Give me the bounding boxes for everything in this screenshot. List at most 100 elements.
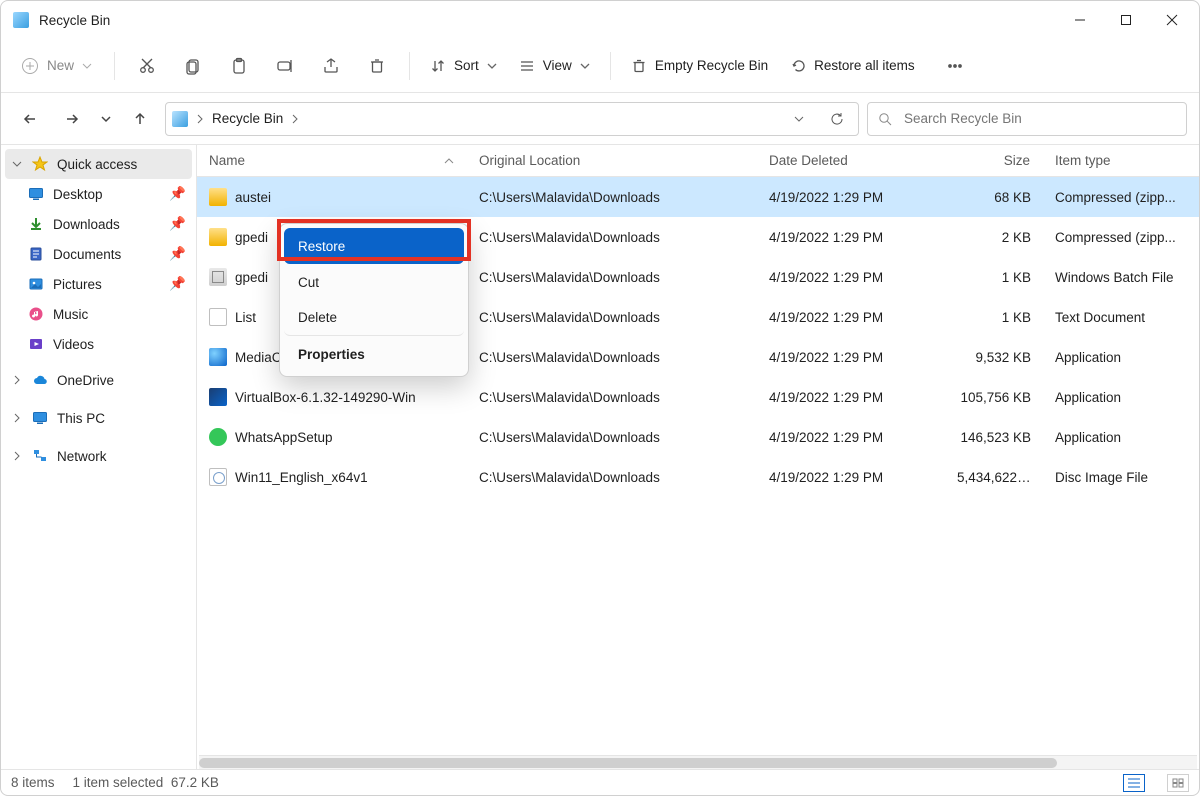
- rename-button[interactable]: [265, 46, 305, 86]
- chevron-right-icon[interactable]: [11, 375, 23, 385]
- paste-button[interactable]: [219, 46, 259, 86]
- context-menu-properties[interactable]: Properties: [284, 336, 464, 372]
- file-date-deleted: 4/19/2022 1:29 PM: [757, 310, 945, 325]
- context-menu-restore[interactable]: Restore: [284, 228, 464, 264]
- search-box[interactable]: [867, 102, 1187, 136]
- pin-icon: 📌: [169, 216, 186, 232]
- sort-menu[interactable]: Sort: [422, 52, 505, 80]
- view-menu[interactable]: View: [511, 52, 598, 80]
- column-header-name[interactable]: Name: [197, 145, 467, 176]
- table-row[interactable]: Win11_English_x64v1C:\Users\Malavida\Dow…: [197, 457, 1199, 497]
- column-header-size[interactable]: Size: [945, 145, 1043, 176]
- file-icon: [209, 428, 227, 446]
- forward-button[interactable]: [55, 102, 89, 136]
- star-icon: [31, 155, 49, 173]
- context-menu-cut[interactable]: Cut: [284, 264, 464, 300]
- chevron-right-icon[interactable]: [11, 451, 23, 461]
- sidebar-item-documents[interactable]: Documents 📌: [21, 239, 192, 269]
- address-history-button[interactable]: [784, 104, 814, 134]
- toolbar: New Sort View Empty Recycle Bin Restore …: [1, 39, 1199, 93]
- titlebar: Recycle Bin: [1, 1, 1199, 39]
- file-location: C:\Users\Malavida\Downloads: [467, 310, 757, 325]
- search-input[interactable]: [902, 110, 1176, 127]
- file-type: Text Document: [1043, 310, 1199, 325]
- download-icon: [27, 215, 45, 233]
- status-bar: 8 items 1 item selected 67.2 KB: [1, 769, 1199, 795]
- horizontal-scrollbar[interactable]: [199, 755, 1197, 769]
- network-icon: [31, 447, 49, 465]
- sidebar-item-this-pc[interactable]: This PC: [5, 403, 192, 433]
- file-location: C:\Users\Malavida\Downloads: [467, 390, 757, 405]
- videos-icon: [27, 335, 45, 353]
- restore-all-button[interactable]: Restore all items: [782, 52, 923, 80]
- sidebar-item-label: Quick access: [57, 157, 137, 172]
- new-button[interactable]: New: [11, 51, 102, 81]
- file-icon: [209, 348, 227, 366]
- breadcrumb-label: Recycle Bin: [212, 111, 283, 126]
- file-date-deleted: 4/19/2022 1:29 PM: [757, 350, 945, 365]
- recent-locations-button[interactable]: [97, 102, 115, 136]
- thumbnails-view-button[interactable]: [1167, 774, 1189, 792]
- up-button[interactable]: [123, 102, 157, 136]
- sidebar-item-pictures[interactable]: Pictures 📌: [21, 269, 192, 299]
- file-size: 5,434,622 ...: [945, 470, 1043, 485]
- file-location: C:\Users\Malavida\Downloads: [467, 270, 757, 285]
- minimize-button[interactable]: [1057, 4, 1103, 36]
- column-header-date-deleted[interactable]: Date Deleted: [757, 145, 945, 176]
- empty-recycle-bin-label: Empty Recycle Bin: [655, 58, 768, 73]
- context-menu-delete[interactable]: Delete: [284, 300, 464, 336]
- more-button[interactable]: [935, 46, 975, 86]
- breadcrumb[interactable]: Recycle Bin: [212, 111, 283, 126]
- share-button[interactable]: [311, 46, 351, 86]
- file-location: C:\Users\Malavida\Downloads: [467, 230, 757, 245]
- sidebar-item-videos[interactable]: Videos: [21, 329, 192, 359]
- column-header-original-location[interactable]: Original Location: [467, 145, 757, 176]
- sort-menu-label: Sort: [454, 58, 479, 73]
- sort-indicator-icon: [444, 156, 454, 166]
- scrollbar-thumb[interactable]: [199, 758, 1057, 768]
- refresh-button[interactable]: [822, 104, 852, 134]
- sidebar-item-desktop[interactable]: Desktop 📌: [21, 179, 192, 209]
- file-type: Application: [1043, 430, 1199, 445]
- cloud-icon: [31, 371, 49, 389]
- column-header-label: Date Deleted: [769, 153, 848, 168]
- table-row[interactable]: WhatsAppSetupC:\Users\Malavida\Downloads…: [197, 417, 1199, 457]
- file-size: 68 KB: [945, 190, 1043, 205]
- back-button[interactable]: [13, 102, 47, 136]
- context-menu: Restore Cut Delete Properties: [279, 223, 469, 377]
- address-recycle-bin-icon: [172, 111, 188, 127]
- context-menu-label: Delete: [298, 310, 337, 325]
- maximize-button[interactable]: [1103, 4, 1149, 36]
- sidebar-item-music[interactable]: Music: [21, 299, 192, 329]
- window-controls: [1057, 4, 1195, 36]
- column-header-item-type[interactable]: Item type: [1043, 145, 1199, 176]
- copy-button[interactable]: [173, 46, 213, 86]
- context-menu-label: Restore: [298, 239, 345, 254]
- chevron-down-icon[interactable]: [11, 159, 23, 169]
- file-name: austei: [235, 190, 271, 205]
- close-button[interactable]: [1149, 4, 1195, 36]
- file-date-deleted: 4/19/2022 1:29 PM: [757, 230, 945, 245]
- sidebar-item-quick-access[interactable]: Quick access: [5, 149, 192, 179]
- sidebar-item-network[interactable]: Network: [5, 441, 192, 471]
- chevron-right-icon[interactable]: [11, 413, 23, 423]
- file-location: C:\Users\Malavida\Downloads: [467, 190, 757, 205]
- table-row[interactable]: austeiC:\Users\Malavida\Downloads4/19/20…: [197, 177, 1199, 217]
- details-view-button[interactable]: [1123, 774, 1145, 792]
- search-icon: [878, 112, 892, 126]
- file-size: 105,756 KB: [945, 390, 1043, 405]
- this-pc-icon: [31, 409, 49, 427]
- file-type: Application: [1043, 350, 1199, 365]
- status-item-count: 8 items: [11, 775, 55, 790]
- empty-recycle-bin-button[interactable]: Empty Recycle Bin: [623, 52, 776, 80]
- file-icon: [209, 468, 227, 486]
- file-icon: [209, 268, 227, 286]
- cut-button[interactable]: [127, 46, 167, 86]
- context-menu-label: Properties: [298, 347, 365, 362]
- table-row[interactable]: VirtualBox-6.1.32-149290-WinC:\Users\Mal…: [197, 377, 1199, 417]
- address-bar[interactable]: Recycle Bin: [165, 102, 859, 136]
- chevron-right-icon: [291, 114, 299, 124]
- sidebar-item-onedrive[interactable]: OneDrive: [5, 365, 192, 395]
- sidebar-item-downloads[interactable]: Downloads 📌: [21, 209, 192, 239]
- delete-button[interactable]: [357, 46, 397, 86]
